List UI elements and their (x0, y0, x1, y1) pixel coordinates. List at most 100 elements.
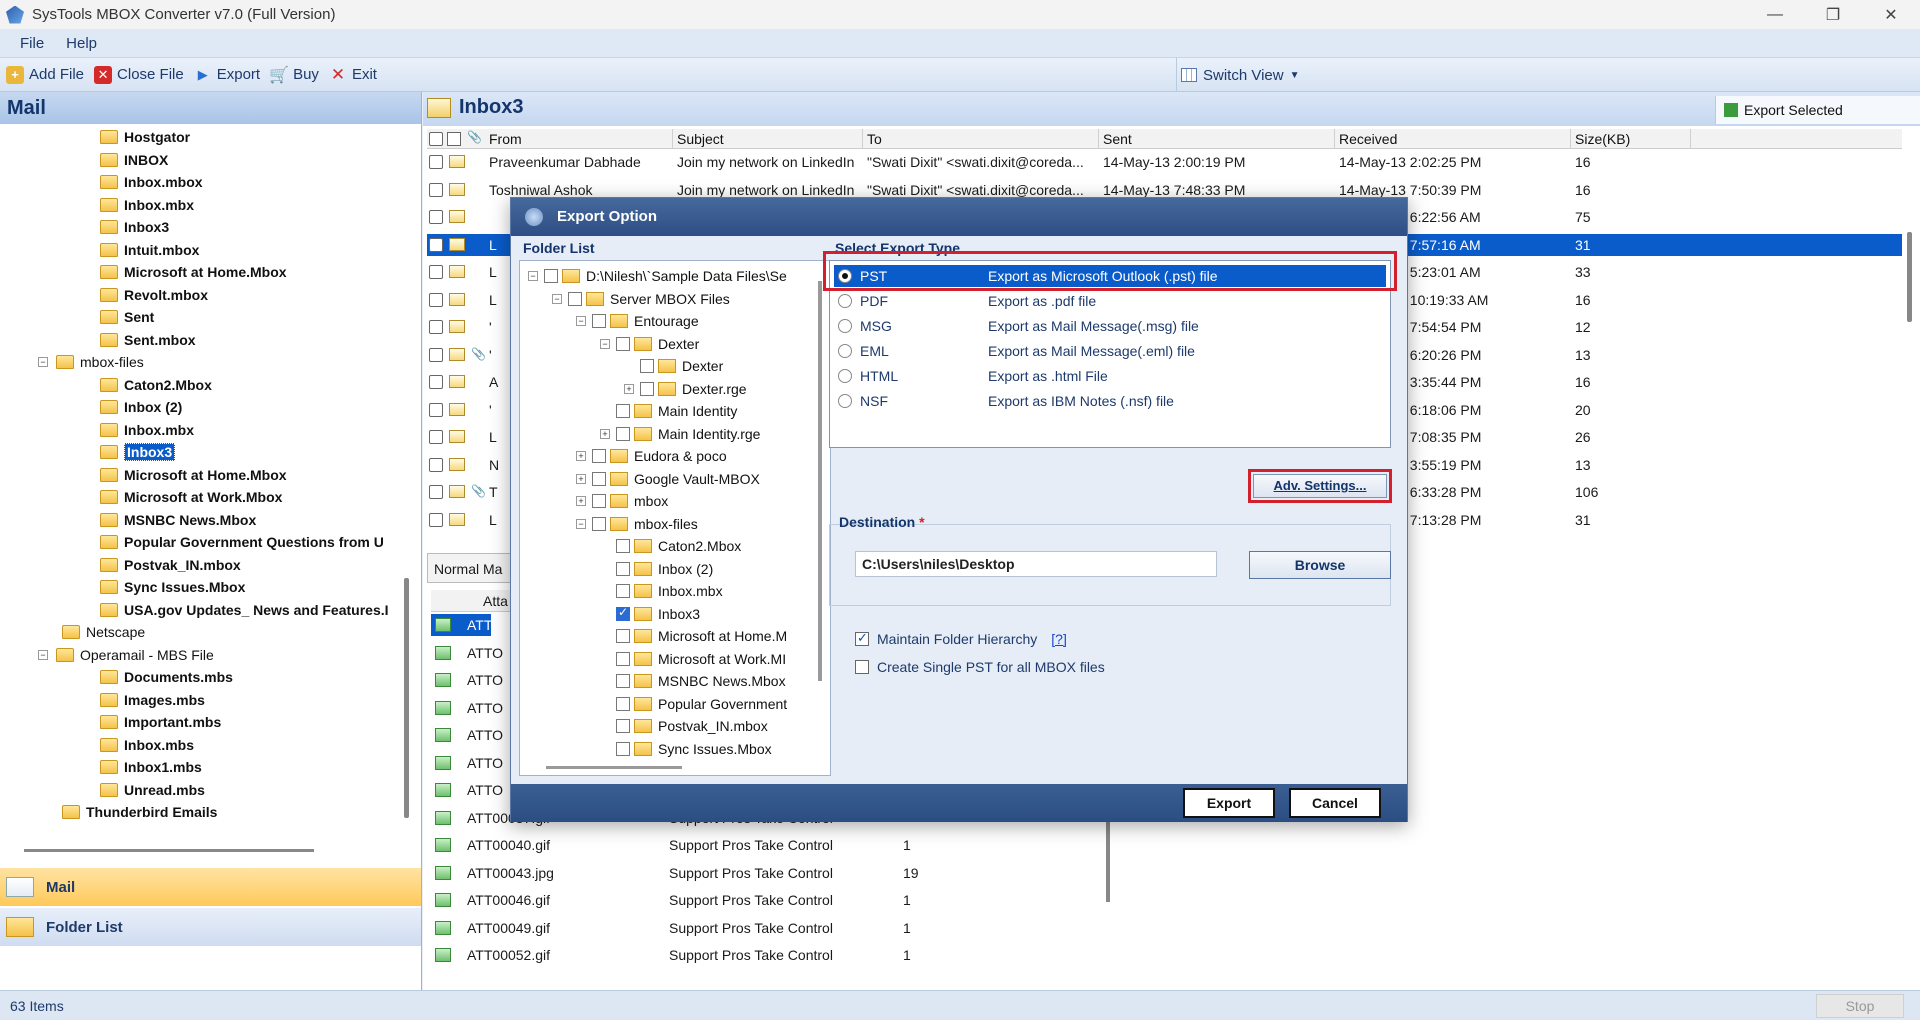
row-checkbox[interactable] (429, 210, 443, 224)
folder-list-item[interactable]: Postvak_IN.mbox (600, 715, 768, 737)
tree-expand-icon[interactable]: + (576, 473, 586, 484)
tree-folder-item[interactable]: Images.mbs (100, 689, 205, 711)
row-checkbox[interactable] (429, 347, 443, 362)
tree-folder-item[interactable]: Microsoft at Work.Mbox (100, 486, 282, 508)
tree-folder-item[interactable]: Microsoft at Home.Mbox (100, 464, 287, 486)
export-type-pdf[interactable]: PDF Export as .pdf file (834, 290, 1386, 312)
help-link[interactable]: [?] (1051, 631, 1067, 647)
tree-expand-icon[interactable]: + (576, 451, 586, 461)
folder-list-item[interactable]: − mbox-files (576, 513, 698, 535)
message-row[interactable]: Praveenkumar Dabhade‬ Join my network on … (427, 151, 1902, 173)
tree-expand-icon[interactable]: + (600, 428, 610, 439)
attachment-row[interactable]: ATT00049.gif Support Pros Take Control 1 (431, 917, 1097, 939)
folder-checkbox[interactable] (616, 741, 630, 756)
row-checkbox[interactable] (429, 402, 443, 417)
row-checkbox[interactable] (429, 375, 443, 389)
attachment-row[interactable]: ATT00046.gif Support Pros Take Control 1 (431, 889, 1097, 911)
row-checkbox[interactable] (429, 320, 443, 334)
folder-list-item[interactable]: Caton2.Mbox (600, 535, 741, 557)
folder-list-item[interactable]: + mbox (576, 490, 668, 512)
maintain-hierarchy-option[interactable]: Maintain Folder Hierarchy [?] (855, 630, 1067, 648)
attachment-row[interactable]: ATTO (431, 724, 503, 746)
dialog-cancel-button[interactable]: Cancel (1289, 788, 1381, 818)
nav-mail-button[interactable]: Mail (0, 868, 421, 906)
attachment-row[interactable]: ATTO (431, 642, 503, 664)
folder-list-item[interactable]: + Google Vault-MBOX (576, 468, 760, 490)
tree-expand-icon[interactable]: − (600, 338, 610, 349)
folder-list-item[interactable]: + Dexter.rge (624, 378, 747, 400)
tree-folder-item[interactable]: Hostgator (100, 126, 190, 148)
folder-checkbox[interactable] (616, 719, 630, 733)
folder-checkbox[interactable] (616, 651, 630, 666)
tree-folder-item[interactable]: Unread.mbs (100, 779, 205, 801)
row-checkbox[interactable] (429, 237, 443, 252)
tree-folder-item[interactable]: Inbox.mbox (100, 171, 203, 193)
tree-expand-icon[interactable]: − (576, 316, 586, 326)
tree-folder-item[interactable]: Intuit.mbox (100, 239, 199, 261)
folder-checkbox[interactable] (616, 696, 630, 711)
folder-checkbox[interactable] (592, 314, 606, 328)
att-col-header[interactable]: Atta (483, 593, 508, 609)
tree-folder-item[interactable]: USA.gov Updates_ News and Features.I (100, 599, 389, 621)
tree-folder-item[interactable]: Important.mbs (100, 711, 221, 733)
maintain-hierarchy-checkbox[interactable] (855, 630, 869, 646)
radio-button[interactable] (838, 319, 852, 333)
folder-list-hscrollbar[interactable] (546, 766, 682, 769)
tree-expand-icon[interactable]: + (576, 496, 586, 506)
folder-checkbox[interactable] (616, 561, 630, 576)
buy-button[interactable]: 🛒 Buy (269, 66, 319, 84)
tree-folder-item[interactable]: MSNBC News.Mbox (100, 509, 256, 531)
folder-checkbox[interactable] (640, 381, 654, 396)
row-checkbox[interactable] (429, 485, 443, 499)
folder-checkbox[interactable] (616, 605, 630, 621)
folder-list-item[interactable]: Microsoft at Work.MI (600, 648, 786, 670)
radio-button[interactable] (838, 294, 852, 308)
close-file-button[interactable]: ✕ Close File (94, 65, 184, 84)
export-type-html[interactable]: HTML Export as .html File (834, 365, 1386, 387)
export-selected-button[interactable]: Export Selected (1715, 96, 1920, 124)
tree-folder-item[interactable]: INBOX (100, 149, 168, 171)
col-to[interactable]: To (863, 129, 1099, 149)
tree-folder-item[interactable]: Popular Government Questions from U (100, 531, 384, 553)
tree-folder-item[interactable]: Caton2.Mbox (100, 374, 212, 396)
menu-file[interactable]: File (18, 35, 46, 52)
export-type-msg[interactable]: MSG Export as Mail Message(.msg) file (834, 315, 1386, 337)
tree-expand-icon[interactable]: − (576, 518, 586, 529)
radio-button[interactable] (838, 344, 852, 358)
folder-checkbox[interactable] (592, 494, 606, 508)
attachment-row[interactable]: ATT00052.gif Support Pros Take Control 1 (431, 944, 1097, 966)
folder-checkbox[interactable] (592, 449, 606, 463)
row-checkbox[interactable] (429, 457, 443, 472)
folder-list-item[interactable]: Inbox3 (600, 603, 700, 625)
tree-folder-item[interactable]: Netscape (62, 621, 145, 643)
maximize-button[interactable]: ❐ (1804, 0, 1862, 29)
minimize-button[interactable]: — (1746, 0, 1804, 29)
tree-folder-item[interactable]: Inbox3 (100, 441, 176, 463)
folder-checkbox[interactable] (616, 539, 630, 553)
attachment-row[interactable]: ATTO (431, 697, 503, 719)
export-button[interactable]: ▶ Export (194, 66, 260, 84)
col-from[interactable]: From (485, 129, 673, 149)
tree-horizontal-scrollbar[interactable] (24, 849, 314, 852)
folder-checkbox[interactable] (616, 426, 630, 441)
tree-expand-icon[interactable]: − (528, 271, 538, 281)
folder-list-item[interactable]: − Entourage (576, 310, 699, 332)
tree-expand-icon[interactable]: − (38, 649, 48, 660)
close-window-button[interactable]: ✕ (1862, 0, 1920, 29)
tree-vertical-scrollbar[interactable] (404, 578, 409, 818)
folder-checkbox[interactable] (640, 359, 654, 373)
folder-checkbox[interactable] (616, 404, 630, 418)
col-received[interactable]: Received (1335, 129, 1571, 149)
tree-folder-item[interactable]: Inbox.mbx (100, 194, 194, 216)
folder-list-item[interactable]: − Server MBOX Files (552, 288, 730, 310)
col-subject[interactable]: Subject (673, 129, 863, 149)
select-all-checkbox[interactable] (429, 132, 443, 146)
folder-checkbox[interactable] (616, 629, 630, 643)
tree-folder-item[interactable]: Inbox3 (100, 216, 169, 238)
tree-folder-item[interactable]: Sent.mbox (100, 329, 196, 351)
tree-folder-item[interactable]: Inbox.mbs (100, 734, 194, 756)
row-checkbox[interactable] (429, 292, 443, 307)
folder-checkbox[interactable] (544, 269, 558, 283)
folder-list-item[interactable]: − D:\Nilesh\`Sample Data Files\Se (528, 265, 787, 287)
exit-button[interactable]: ✕ Exit (329, 65, 377, 84)
